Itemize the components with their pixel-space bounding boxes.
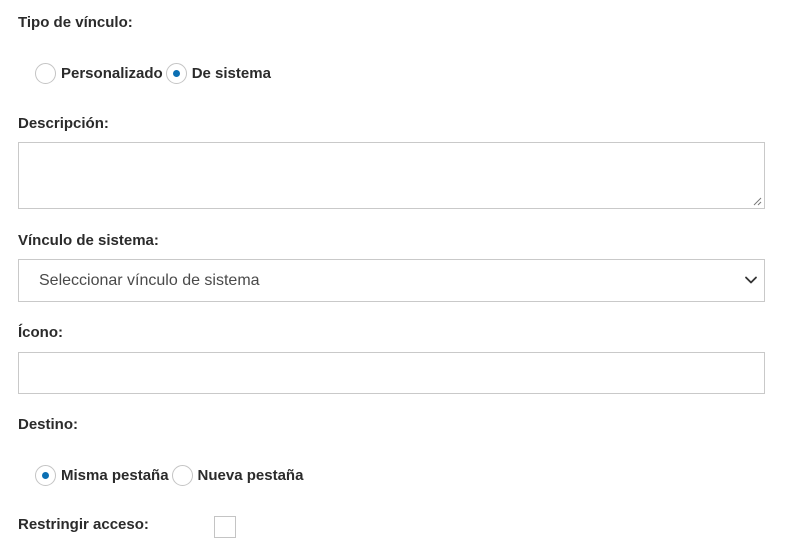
system-link-select[interactable]: Seleccionar vínculo de sistema xyxy=(18,259,765,302)
icon-input[interactable] xyxy=(18,352,765,394)
target-option-same-tab[interactable]: Misma pestaña xyxy=(35,464,169,486)
resize-grip-icon[interactable] xyxy=(753,197,762,206)
target-option-new-tab[interactable]: Nueva pestaña xyxy=(171,464,304,486)
target-radio-group: Misma pestaña Nueva pestaña xyxy=(35,463,306,487)
radio-misma-pestana-label: Misma pestaña xyxy=(61,466,169,484)
radio-nueva-pestana[interactable] xyxy=(171,464,193,486)
radio-misma-pestana[interactable] xyxy=(35,464,56,486)
radio-personalizado[interactable] xyxy=(35,62,56,84)
link-type-option-system[interactable]: De sistema xyxy=(165,62,271,84)
radio-nueva-pestana-label: Nueva pestaña xyxy=(197,466,304,484)
target-label: Destino: xyxy=(18,416,78,433)
system-link-label: Vínculo de sistema: xyxy=(18,232,159,249)
restrict-access-label: Restringir acceso: xyxy=(18,516,149,533)
restrict-access-checkbox[interactable] xyxy=(214,516,236,538)
icon-label: Ícono: xyxy=(18,324,63,341)
system-link-selected-value: Seleccionar vínculo de sistema xyxy=(39,271,260,289)
radio-de-sistema-label: De sistema xyxy=(191,64,271,82)
description-label: Descripción: xyxy=(18,115,109,132)
chevron-down-icon xyxy=(745,276,757,284)
radio-de-sistema[interactable] xyxy=(165,62,187,84)
link-type-radio-group: Personalizado De sistema xyxy=(35,61,274,85)
radio-personalizado-label: Personalizado xyxy=(61,64,163,82)
link-type-label: Tipo de vínculo: xyxy=(18,14,133,31)
link-type-option-custom[interactable]: Personalizado xyxy=(35,62,163,84)
description-textarea[interactable] xyxy=(18,142,765,209)
